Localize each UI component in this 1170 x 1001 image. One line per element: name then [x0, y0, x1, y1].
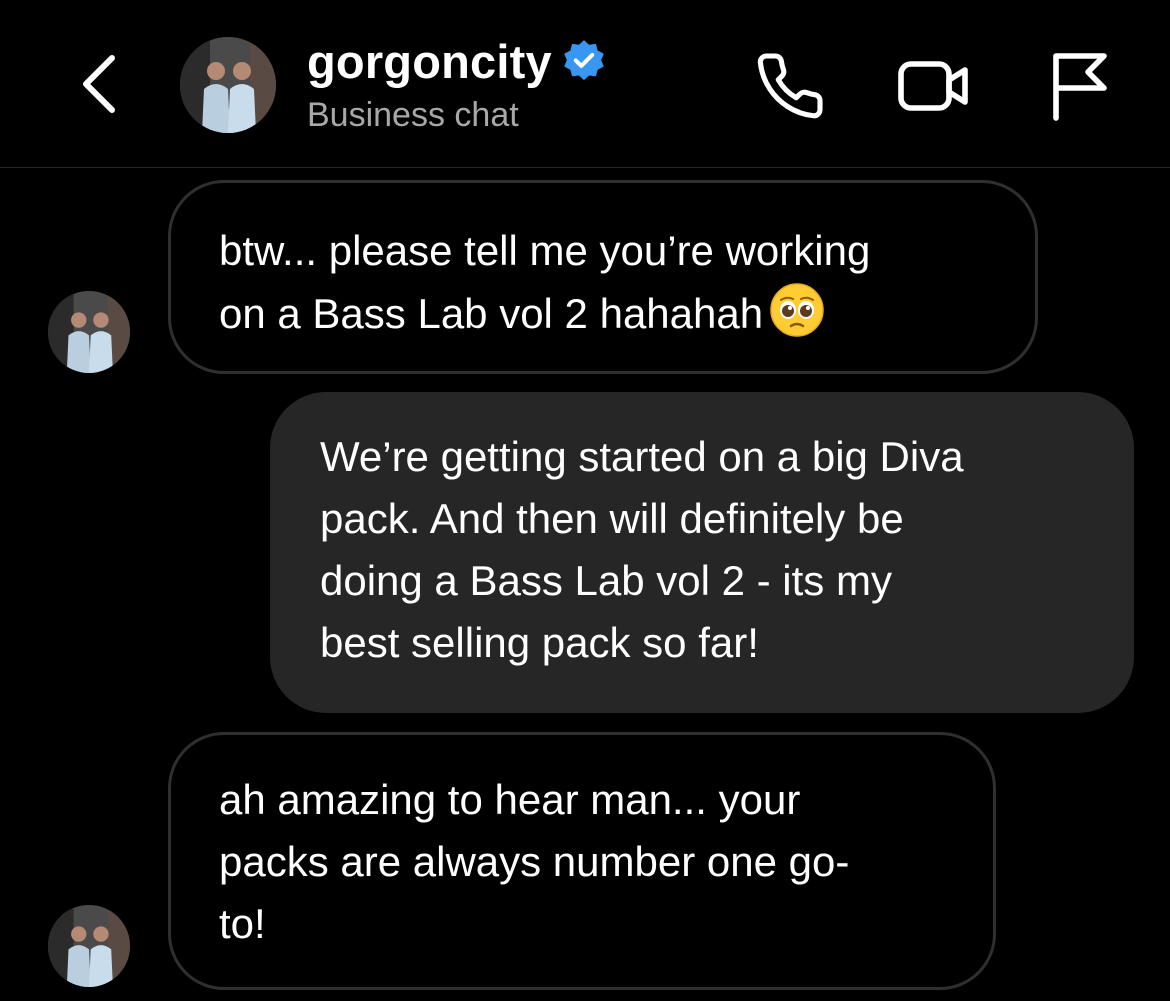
message-text: packs are always number one go- [219, 838, 850, 885]
message-text: best selling pack so far! [320, 619, 759, 666]
verified-badge-icon [564, 40, 604, 81]
report-button[interactable] [1040, 46, 1120, 126]
message-bubble-incoming[interactable]: ah amazing to hear man... your packs are… [168, 732, 996, 990]
flag-icon [1053, 53, 1107, 121]
message-text: to! [219, 900, 266, 947]
chat-subtitle: Business chat [307, 96, 519, 134]
video-camera-icon [898, 61, 968, 111]
message-text: on a Bass Lab vol 2 hahahah [219, 290, 764, 337]
chevron-left-icon [83, 55, 115, 113]
chat-header: gorgoncity Business chat [0, 0, 1170, 168]
message-bubble-incoming[interactable]: btw... please tell me you’re working on … [168, 180, 1038, 374]
phone-icon [757, 53, 823, 119]
message-text: ah amazing to hear man... your [219, 776, 801, 823]
message-text: btw... please tell me you’re working [219, 227, 871, 274]
avatar[interactable] [180, 37, 276, 133]
call-button[interactable] [750, 46, 830, 126]
chat-screen: gorgoncity Business chat btw... please t… [0, 0, 1170, 1001]
back-button[interactable] [66, 48, 130, 120]
message-text: pack. And then will definitely be [320, 495, 904, 542]
message-text: doing a Bass Lab vol 2 - its my [320, 557, 892, 604]
pleading-face-emoji [770, 283, 824, 337]
chat-title[interactable]: gorgoncity Business chat [307, 30, 606, 135]
avatar[interactable] [48, 905, 130, 987]
message-bubble-outgoing[interactable]: We’re getting started on a big Diva pack… [270, 392, 1134, 713]
message-text: We’re getting started on a big Diva [320, 433, 964, 480]
username: gorgoncity [307, 34, 552, 88]
avatar[interactable] [48, 291, 130, 373]
video-call-button[interactable] [895, 46, 975, 126]
